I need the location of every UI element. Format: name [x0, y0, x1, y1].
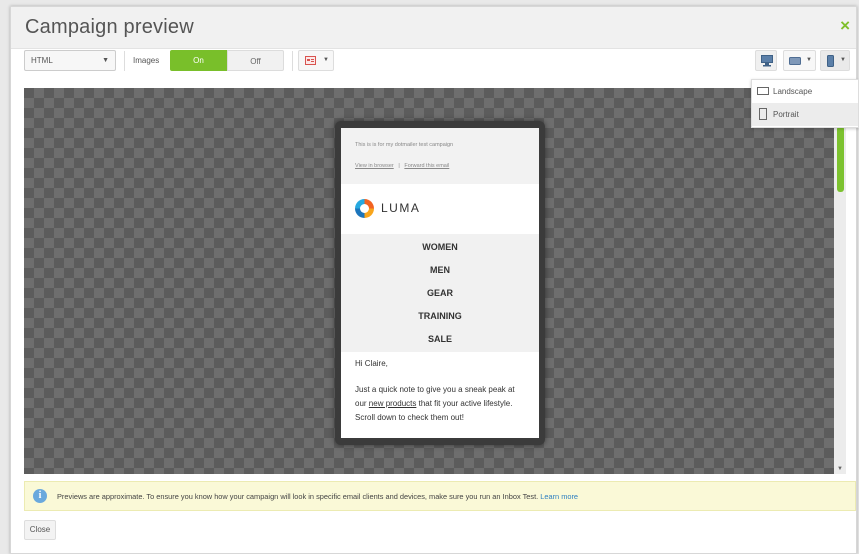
- tablet-icon: [789, 57, 801, 65]
- chevron-down-icon: ▼: [102, 57, 109, 64]
- nav-item-training[interactable]: TRAINING: [341, 311, 539, 321]
- link-separator: |: [398, 163, 400, 169]
- email-nav: WOMEN MEN GEAR TRAINING SALE: [341, 234, 539, 352]
- mobile-icon: [827, 55, 834, 67]
- desktop-view-button[interactable]: [755, 50, 777, 71]
- learn-more-link[interactable]: Learn more: [540, 492, 578, 501]
- email-client-icon: [305, 56, 316, 65]
- nav-item-men[interactable]: MEN: [341, 265, 539, 275]
- email-body: Just a quick note to give you a sneak pe…: [355, 383, 527, 425]
- info-icon: i: [33, 489, 47, 503]
- toolbar-divider: [292, 51, 293, 71]
- email-greeting: Hi Claire,: [355, 359, 388, 368]
- email-logo-row: LUMA: [341, 184, 539, 234]
- close-icon[interactable]: ×: [840, 16, 850, 36]
- format-select-value: HTML: [31, 56, 53, 65]
- email-preview[interactable]: This is is for my dotmailer test campaig…: [341, 128, 539, 438]
- view-in-browser-link[interactable]: View in browser: [355, 163, 394, 169]
- portrait-icon: [759, 108, 767, 120]
- orientation-menu: Landscape Portrait: [751, 79, 859, 128]
- info-text: Previews are approximate. To ensure you …: [57, 492, 578, 501]
- orientation-landscape[interactable]: Landscape: [752, 80, 858, 103]
- preview-scrollbar[interactable]: ▼: [834, 88, 846, 474]
- orientation-portrait[interactable]: Portrait: [752, 103, 858, 126]
- dialog-title: Campaign preview: [25, 16, 194, 38]
- preview-toolbar: HTML ▼ Images On Off ▼ ▼ ▼: [10, 48, 855, 82]
- forward-email-link[interactable]: Forward this email: [404, 163, 449, 169]
- images-label: Images: [133, 56, 160, 65]
- mobile-view-dropdown[interactable]: ▼: [820, 50, 850, 71]
- email-client-dropdown[interactable]: ▼: [298, 50, 334, 71]
- mobile-device-frame: This is is for my dotmailer test campaig…: [335, 121, 545, 445]
- images-on-button[interactable]: On: [170, 50, 227, 71]
- preheader-links: View in browser | Forward this email: [355, 163, 449, 169]
- images-off-button[interactable]: Off: [227, 50, 284, 71]
- close-button[interactable]: Close: [24, 520, 56, 540]
- nav-item-sale[interactable]: SALE: [341, 334, 539, 344]
- preview-canvas[interactable]: This is is for my dotmailer test campaig…: [24, 88, 846, 474]
- tablet-view-dropdown[interactable]: ▼: [783, 50, 816, 71]
- toolbar-divider: [124, 51, 125, 71]
- dialog-titlebar: Campaign preview ×: [11, 7, 856, 49]
- info-message: Previews are approximate. To ensure you …: [57, 492, 539, 501]
- landscape-label: Landscape: [773, 87, 813, 96]
- chevron-down-icon: ▼: [323, 57, 329, 63]
- scrollbar-thumb[interactable]: [837, 126, 844, 192]
- email-preheader: This is is for my dotmailer test campaig…: [341, 128, 539, 184]
- chevron-down-icon: ▼: [840, 57, 846, 63]
- brand-name: LUMA: [381, 201, 421, 215]
- nav-item-gear[interactable]: GEAR: [341, 288, 539, 298]
- landscape-icon: [757, 87, 769, 95]
- portrait-label: Portrait: [773, 110, 799, 119]
- new-products-link[interactable]: new products: [369, 399, 417, 408]
- info-banner: i Previews are approximate. To ensure yo…: [24, 481, 856, 511]
- nav-item-women[interactable]: WOMEN: [341, 242, 539, 252]
- format-select[interactable]: HTML ▼: [24, 50, 116, 71]
- chevron-down-icon: ▼: [806, 57, 812, 63]
- desktop-icon: [761, 55, 773, 67]
- luma-logo-icon: [355, 199, 374, 218]
- scroll-down-arrow-icon[interactable]: ▼: [837, 466, 843, 472]
- preheader-text: This is is for my dotmailer test campaig…: [355, 142, 454, 148]
